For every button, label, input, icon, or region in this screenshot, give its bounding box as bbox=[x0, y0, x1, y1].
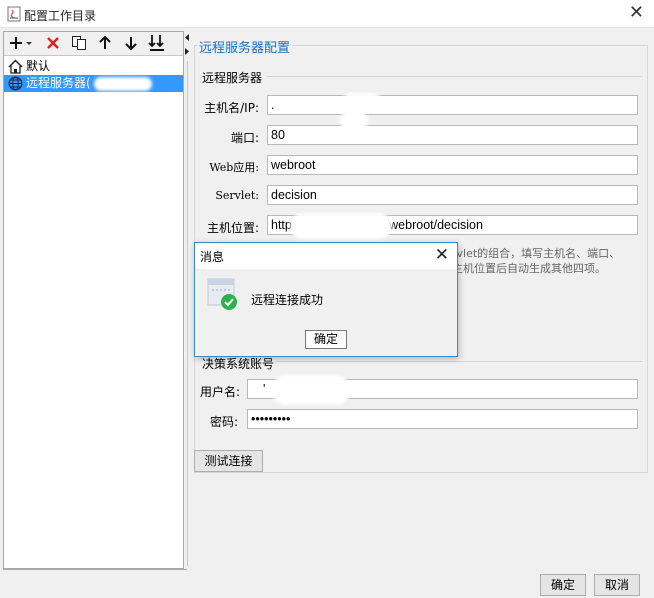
tree-item-label: 远程服务器( bbox=[26, 76, 91, 90]
window-title: 配置工作目录 bbox=[24, 9, 97, 23]
move-bottom-icon[interactable] bbox=[148, 34, 166, 52]
host-input[interactable]: . bbox=[267, 95, 638, 115]
servlet-label: Servlet: bbox=[215, 189, 259, 202]
redaction-blot bbox=[272, 375, 350, 405]
host-label: 主机名/IP: bbox=[204, 101, 259, 115]
section-title: 远程服务器配置 bbox=[197, 37, 293, 56]
port-value: 80 bbox=[271, 128, 285, 142]
window-titlebar: 配置工作目录 ✕ bbox=[0, 0, 654, 28]
servlet-input[interactable]: decision bbox=[267, 185, 638, 205]
left-panel-bottom-border bbox=[3, 569, 187, 570]
globe-icon bbox=[8, 76, 23, 91]
test-connection-button[interactable]: 测试连接 bbox=[194, 450, 263, 472]
location-hint: rvlet的组合，填写主机名、端口、 主机位置后自动生成其他四项。 bbox=[452, 246, 642, 276]
host-value: . bbox=[271, 98, 275, 112]
password-value: ••••••••• bbox=[251, 412, 291, 426]
delete-icon[interactable] bbox=[44, 34, 62, 52]
dialog-message: 远程连接成功 bbox=[251, 293, 324, 307]
group-divider bbox=[267, 76, 642, 77]
account-group-label: 决策系统账号 bbox=[202, 357, 275, 371]
servlet-value: decision bbox=[271, 188, 317, 202]
hint-line-2: 主机位置后自动生成其他四项。 bbox=[452, 262, 606, 275]
directory-panel: 默认 远程服务器( bbox=[3, 31, 184, 569]
move-up-icon[interactable] bbox=[96, 34, 114, 52]
tree-item-remote-server[interactable]: 远程服务器( bbox=[4, 75, 183, 92]
message-dialog: 消息 ✕ 远程连接成功 确定 bbox=[194, 242, 458, 357]
home-icon bbox=[8, 59, 23, 74]
ok-button[interactable]: 确定 bbox=[540, 574, 586, 596]
panel-splitter[interactable] bbox=[185, 31, 190, 569]
dialog-ok-button[interactable]: 确定 bbox=[305, 330, 347, 349]
webapp-input[interactable]: webroot bbox=[267, 155, 638, 175]
location-label: 主机位置: bbox=[206, 221, 259, 235]
copy-icon[interactable] bbox=[70, 34, 88, 52]
dialog-title: 消息 bbox=[200, 250, 225, 264]
hint-line-1: rvlet的组合，填写主机名、端口、 bbox=[452, 247, 621, 260]
server-group-label: 远程服务器 bbox=[202, 71, 263, 85]
java-app-icon bbox=[7, 6, 21, 22]
username-value: ' bbox=[263, 382, 266, 396]
port-input[interactable]: 80 bbox=[267, 125, 638, 145]
redaction-blot bbox=[94, 77, 152, 91]
redaction-blot bbox=[340, 111, 368, 131]
webapp-label: Web应用: bbox=[209, 161, 259, 174]
cancel-button[interactable]: 取消 bbox=[594, 574, 640, 596]
window-close-button[interactable]: ✕ bbox=[629, 4, 644, 22]
move-down-icon[interactable] bbox=[122, 34, 140, 52]
directory-toolbar bbox=[4, 32, 183, 56]
directory-tree: 默认 远程服务器( bbox=[4, 56, 183, 568]
splitter-line bbox=[187, 61, 188, 566]
port-label: 端口: bbox=[230, 131, 259, 145]
dialog-close-button[interactable]: ✕ bbox=[435, 246, 449, 264]
group-divider bbox=[276, 361, 642, 362]
password-input[interactable]: ••••••••• bbox=[247, 409, 638, 429]
redaction-blot bbox=[290, 213, 392, 239]
tree-item-default[interactable]: 默认 bbox=[4, 58, 183, 75]
redaction-blot bbox=[342, 93, 382, 111]
add-icon[interactable] bbox=[8, 34, 34, 52]
success-check-icon bbox=[207, 278, 237, 310]
dialog-titlebar: 消息 ✕ bbox=[195, 243, 457, 269]
tree-item-label: 默认 bbox=[26, 59, 51, 73]
webapp-value: webroot bbox=[271, 158, 316, 172]
location-value-suffix: 0/webroot/decision bbox=[378, 218, 483, 232]
